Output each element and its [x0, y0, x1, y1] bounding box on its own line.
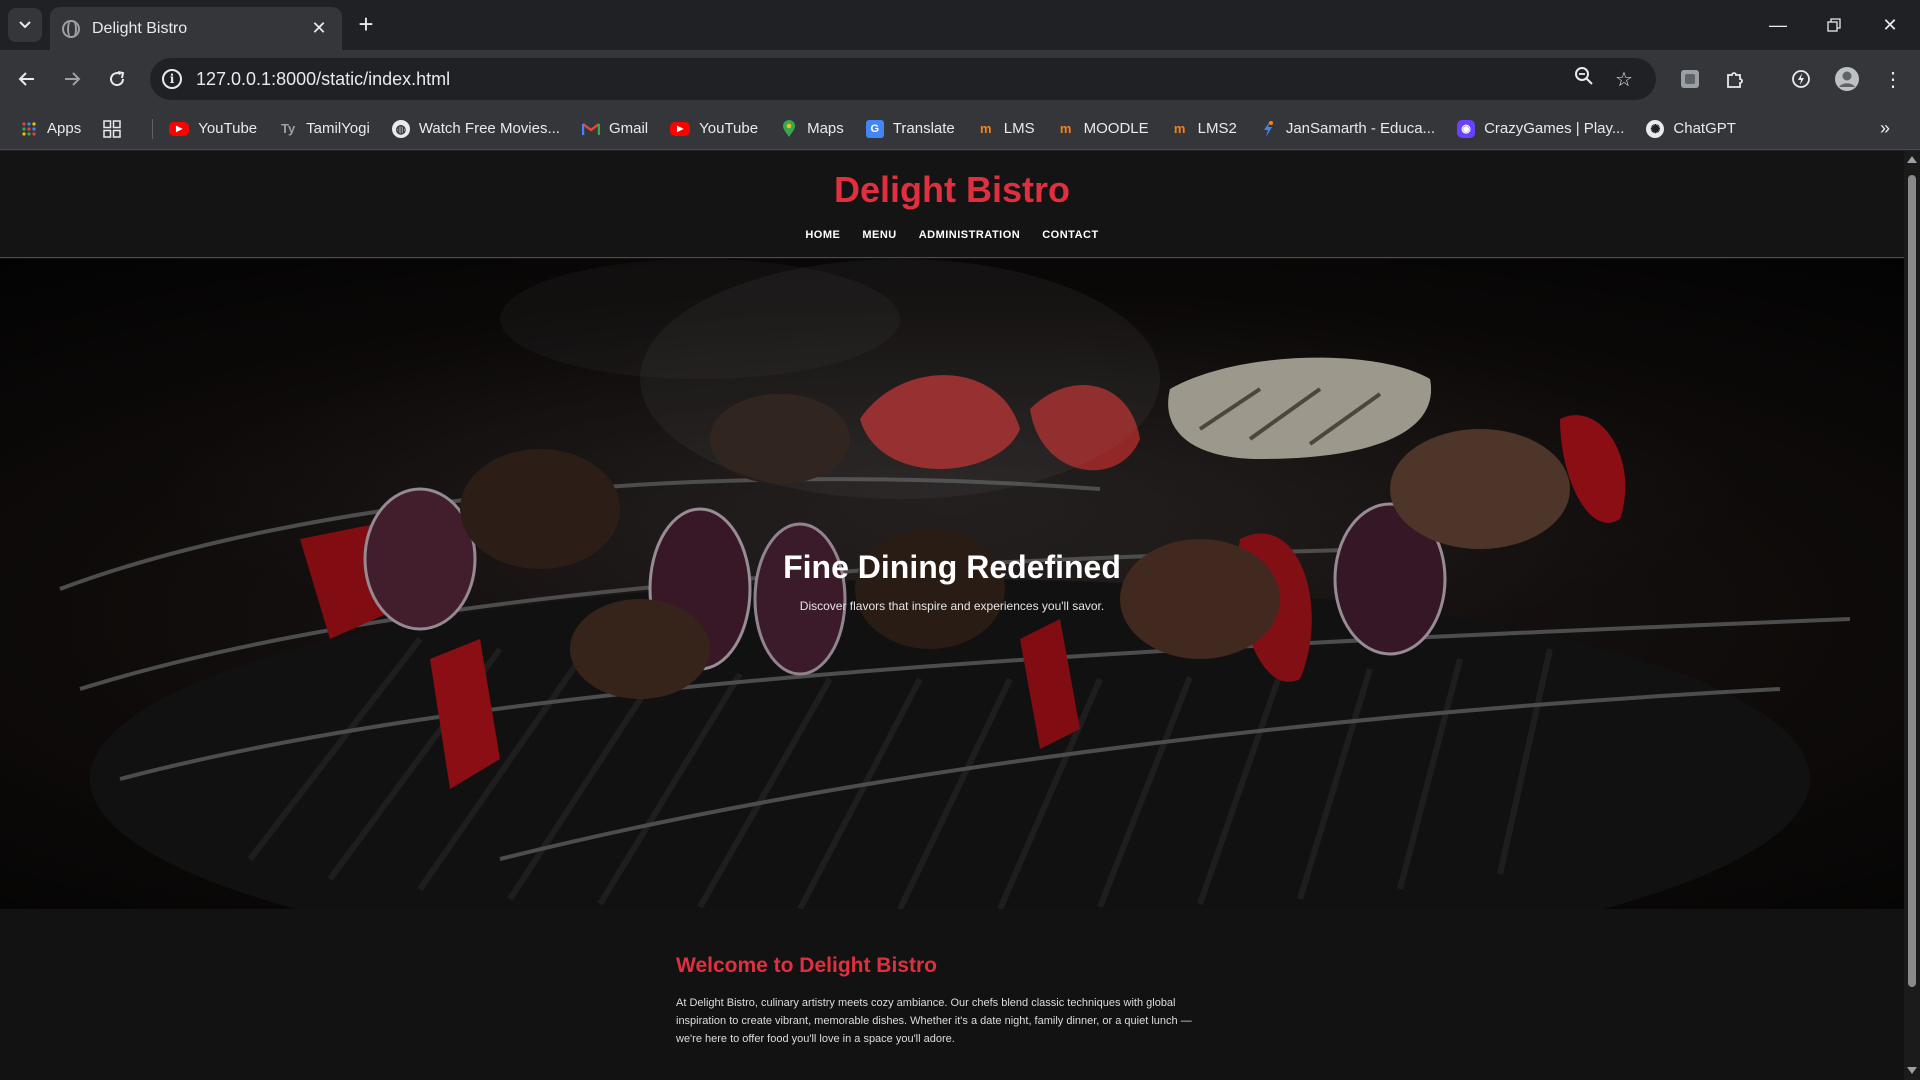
- bookmark-moodle[interactable]: m MOODLE: [1057, 120, 1149, 138]
- bookmark-apps[interactable]: Apps: [20, 120, 81, 138]
- nav-home[interactable]: HOME: [805, 229, 840, 241]
- moodle-icon: m: [1059, 121, 1072, 136]
- translate-icon: G: [865, 119, 884, 138]
- reload-icon[interactable]: [100, 62, 134, 96]
- bookmark-label: YouTube: [198, 120, 258, 137]
- menu-kebab-icon[interactable]: ⋮: [1876, 62, 1910, 96]
- scroll-up-icon[interactable]: [1907, 156, 1917, 163]
- apps-grid-icon: [20, 120, 38, 138]
- jansamarth-icon: [1259, 120, 1277, 138]
- bookmark-translate[interactable]: G Translate: [865, 119, 955, 138]
- chevron-down-icon: [19, 21, 31, 29]
- puzzle-icon[interactable]: [1718, 62, 1752, 96]
- bookmarks-bar: Apps ▶ YouTube Ty TamilYogi ◍ Watch Free…: [0, 108, 1920, 150]
- nav-contact[interactable]: CONTACT: [1042, 229, 1098, 241]
- grid-icon: [103, 119, 121, 138]
- address-bar[interactable]: i 127.0.0.1:8000/static/index.html ☆: [150, 58, 1656, 100]
- bookmark-label: CrazyGames | Play...: [1484, 120, 1625, 137]
- page-viewport: Delight Bistro HOME MENU ADMINISTRATION …: [0, 151, 1904, 1080]
- moodle-icon: m: [979, 121, 992, 136]
- bookmark-label: Translate: [892, 120, 955, 137]
- gmail-icon: [581, 120, 600, 138]
- bookmark-tamilyogi[interactable]: Ty TamilYogi: [279, 120, 370, 138]
- forward-icon[interactable]: [55, 62, 89, 96]
- page-scrollbar[interactable]: [1904, 151, 1920, 1080]
- tab-search-button[interactable]: [8, 8, 42, 42]
- bookmark-label: MOODLE: [1083, 120, 1149, 137]
- chatgpt-icon: ✺: [1646, 119, 1665, 138]
- bookmark-label: TamilYogi: [306, 120, 370, 137]
- bookmark-jansamarth[interactable]: JanSamarth - Educa...: [1259, 120, 1435, 138]
- extension-icon[interactable]: [1673, 62, 1707, 96]
- youtube-icon: ▶: [670, 121, 691, 136]
- performance-icon[interactable]: [1784, 62, 1818, 96]
- bookmark-separator: [152, 118, 154, 139]
- bookmark-star-icon[interactable]: ☆: [1604, 67, 1644, 92]
- minimize-icon[interactable]: —: [1750, 6, 1806, 44]
- maps-icon: [780, 119, 798, 138]
- tab-title: Delight Bistro: [92, 19, 188, 37]
- close-icon[interactable]: ✕: [308, 18, 330, 39]
- globe-icon: ◍: [391, 119, 410, 138]
- bookmark-watch-free-movies[interactable]: ◍ Watch Free Movies...: [391, 119, 560, 138]
- bookmark-label: ChatGPT: [1673, 120, 1736, 137]
- tamilyogi-icon: Ty: [281, 121, 296, 136]
- active-tab[interactable]: Delight Bistro ✕: [50, 7, 342, 50]
- back-icon[interactable]: [10, 62, 44, 96]
- site-brand[interactable]: Delight Bistro: [0, 169, 1904, 211]
- url-text[interactable]: 127.0.0.1:8000/static/index.html: [196, 69, 1564, 90]
- nav-menu[interactable]: MENU: [862, 229, 896, 241]
- youtube-icon: ▶: [169, 121, 190, 136]
- site-header: Delight Bistro HOME MENU ADMINISTRATION …: [0, 151, 1904, 258]
- crazygames-icon: ◉: [1457, 119, 1476, 138]
- bookmark-lms[interactable]: m LMS: [977, 120, 1035, 138]
- bookmark-label: LMS: [1003, 120, 1035, 137]
- bookmark-chatgpt[interactable]: ✺ ChatGPT: [1646, 119, 1736, 138]
- bookmark-youtube-2[interactable]: ▶ YouTube: [670, 120, 758, 137]
- moodle-icon: m: [1173, 121, 1186, 136]
- scroll-down-icon[interactable]: [1907, 1067, 1917, 1074]
- more-bookmarks-icon[interactable]: »: [1880, 118, 1890, 139]
- tab-groups-button[interactable]: [103, 119, 130, 138]
- bookmark-maps[interactable]: Maps: [780, 119, 844, 138]
- site-nav: HOME MENU ADMINISTRATION CONTACT: [0, 229, 1904, 241]
- bookmark-label: Gmail: [608, 120, 649, 137]
- profile-avatar-icon[interactable]: [1830, 62, 1864, 96]
- restore-icon[interactable]: [1806, 6, 1862, 44]
- hero-section: Fine Dining Redefined Discover flavors t…: [0, 259, 1904, 909]
- bookmark-label: LMS2: [1197, 120, 1237, 137]
- scrollbar-thumb[interactable]: [1908, 175, 1916, 987]
- bookmark-lms2[interactable]: m LMS2: [1171, 120, 1237, 138]
- bookmark-label: Maps: [807, 120, 844, 137]
- hero-title: Fine Dining Redefined: [783, 549, 1121, 585]
- hero-subtitle: Discover flavors that inspire and experi…: [799, 599, 1105, 613]
- bookmark-label: JanSamarth - Educa...: [1285, 120, 1436, 137]
- new-tab-button[interactable]: +: [352, 10, 380, 38]
- bookmark-gmail[interactable]: Gmail: [581, 120, 649, 138]
- bookmark-label: YouTube: [699, 120, 759, 137]
- welcome-section: Welcome to Delight Bistro At Delight Bis…: [0, 909, 1904, 1080]
- welcome-title: Welcome to Delight Bistro: [676, 954, 937, 977]
- zoom-icon[interactable]: [1564, 66, 1604, 92]
- bookmark-label: Watch Free Movies...: [418, 120, 560, 137]
- globe-icon: [62, 19, 80, 38]
- site-info-icon[interactable]: i: [162, 69, 182, 89]
- window-close-icon[interactable]: ✕: [1862, 6, 1918, 44]
- bookmark-crazygames[interactable]: ◉ CrazyGames | Play...: [1457, 119, 1625, 138]
- browser-toolbar: i 127.0.0.1:8000/static/index.html ☆ ⋮: [0, 50, 1920, 108]
- bookmark-youtube[interactable]: ▶ YouTube: [169, 120, 257, 137]
- tab-strip: Delight Bistro ✕ + — ✕: [0, 0, 1920, 50]
- welcome-text: At Delight Bistro, culinary artistry mee…: [676, 997, 1192, 1045]
- bookmark-label: Apps: [47, 120, 82, 137]
- nav-administration[interactable]: ADMINISTRATION: [919, 229, 1021, 241]
